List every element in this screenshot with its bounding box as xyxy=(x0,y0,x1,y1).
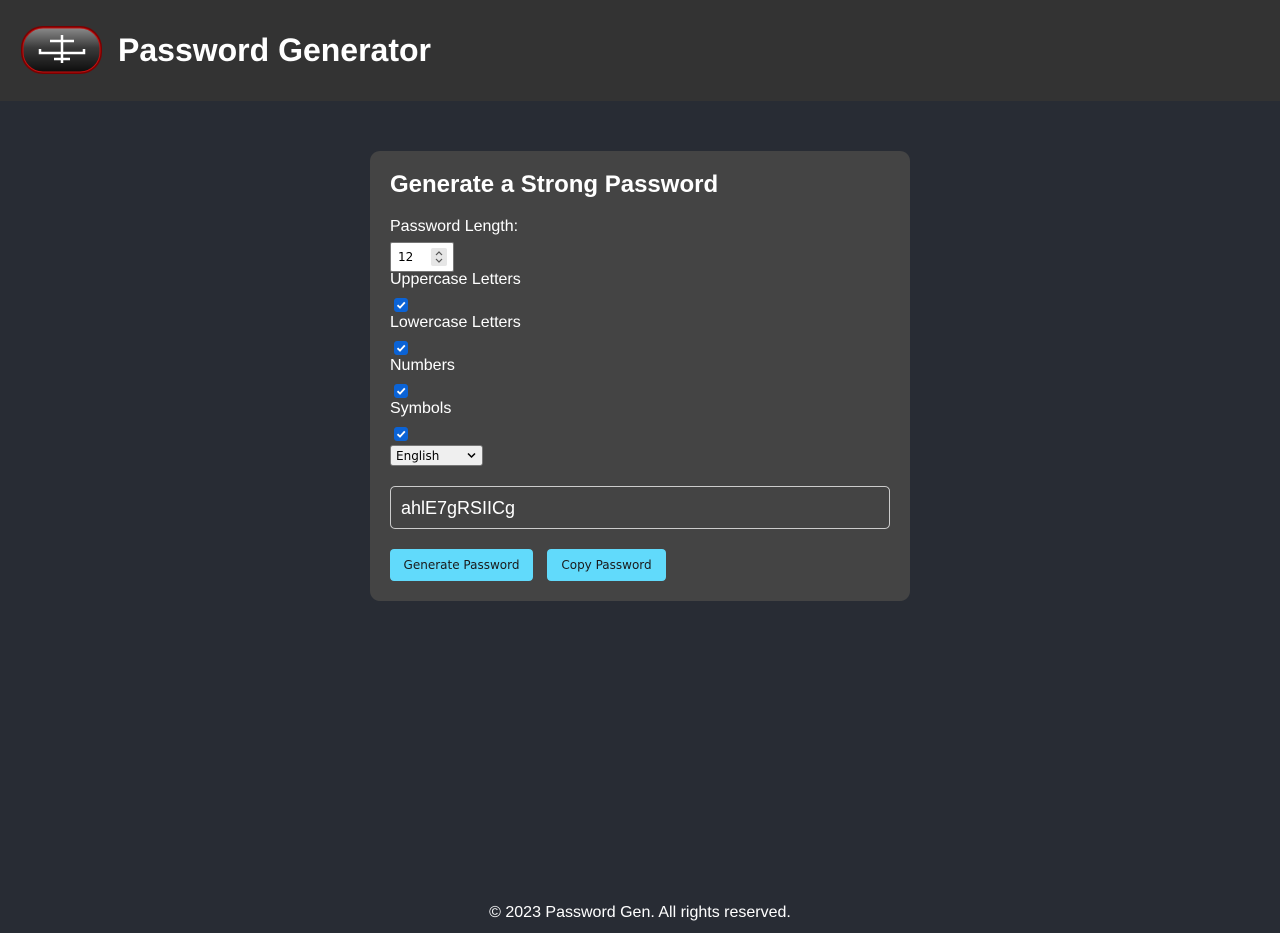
password-output-value: ahlE7gRSIICg xyxy=(401,498,516,518)
password-output-field[interactable]: ahlE7gRSIICg xyxy=(390,486,890,529)
password-length-value: 12 xyxy=(398,250,414,264)
password-length-input[interactable]: 12 xyxy=(390,242,454,272)
language-select-value: English xyxy=(396,449,440,463)
lowercase-label: Lowercase Letters xyxy=(390,314,521,331)
uppercase-label: Uppercase Letters xyxy=(390,271,521,288)
checkmark-icon xyxy=(396,387,406,395)
footer-copyright: © 2023 Password Gen. All rights reserved… xyxy=(489,904,791,921)
numbers-checkbox[interactable] xyxy=(394,384,408,398)
copy-password-button[interactable]: Copy Password xyxy=(547,549,666,581)
uppercase-checkbox[interactable] xyxy=(394,298,408,312)
card-title: Generate a Strong Password xyxy=(390,171,719,198)
symbols-checkbox[interactable] xyxy=(394,427,408,441)
checkmark-icon xyxy=(396,344,406,352)
app-title: Password Generator xyxy=(118,32,431,68)
spinner-arrows-icon[interactable] xyxy=(431,248,447,266)
generator-card: Generate a Strong Password Password Leng… xyxy=(370,151,910,601)
app-header: Password Generator xyxy=(0,0,1280,101)
chevron-down-icon xyxy=(467,452,476,459)
numbers-label: Numbers xyxy=(390,357,455,374)
logo-icon xyxy=(21,26,102,74)
lowercase-checkbox[interactable] xyxy=(394,341,408,355)
checkmark-icon xyxy=(396,301,406,309)
language-select[interactable]: English xyxy=(390,445,483,466)
password-length-label: Password Length: xyxy=(390,218,519,235)
symbols-label: Symbols xyxy=(390,400,452,417)
generate-password-button[interactable]: Generate Password xyxy=(390,549,533,581)
checkmark-icon xyxy=(396,430,406,438)
